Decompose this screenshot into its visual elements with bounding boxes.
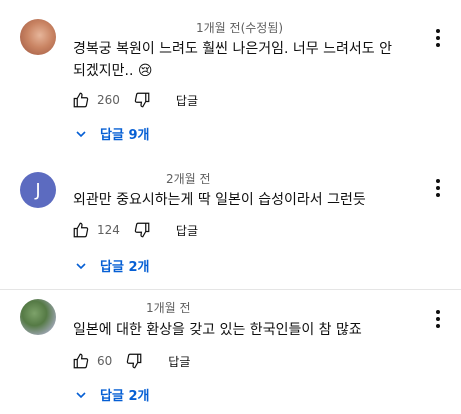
reply-button[interactable]: 답글: [176, 92, 198, 109]
avatar[interactable]: [20, 19, 56, 55]
more-options-button[interactable]: [428, 307, 448, 331]
dislike-button[interactable]: [124, 351, 144, 371]
like-button[interactable]: [71, 351, 91, 371]
chevron-down-icon: [74, 259, 88, 273]
dislike-button[interactable]: [132, 90, 152, 110]
chevron-down-icon: [74, 127, 88, 141]
view-replies-button[interactable]: 답글 9개: [74, 124, 149, 143]
comment-timestamp[interactable]: 2개월 전: [166, 170, 211, 187]
view-replies-button[interactable]: 답글 2개: [74, 385, 149, 404]
avatar[interactable]: [20, 299, 56, 335]
thumb-down-icon: [134, 92, 150, 108]
comment-thread: 1개월 전 일본에 대한 환상을 갖고 있는 한국인들이 참 많죠 60 답글 …: [0, 290, 461, 414]
like-count: 260: [97, 93, 120, 107]
more-vert-icon: [436, 29, 440, 33]
more-vert-icon: [436, 179, 440, 183]
replies-label: 답글 2개: [100, 260, 150, 275]
reply-button[interactable]: 답글: [176, 222, 198, 239]
comment-text: 외관만 중요시하는게 딱 일본이 습성이라서 그런듯: [73, 192, 366, 208]
more-options-button[interactable]: [428, 176, 448, 200]
chevron-down-icon: [74, 388, 88, 402]
view-replies-button[interactable]: 답글 2개: [74, 256, 149, 275]
thumb-up-icon: [73, 353, 89, 369]
thumb-down-icon: [127, 353, 142, 369]
thumb-up-icon: [73, 92, 89, 108]
comment-thread: J 2개월 전 외관만 중요시하는게 딱 일본이 습성이라서 그런듯 124 답…: [0, 152, 461, 282]
thumb-down-icon: [134, 222, 150, 238]
comment-text: 일본에 대한 환상을 갖고 있는 한국인들이 참 많죠: [73, 322, 362, 338]
reply-button[interactable]: 답글: [168, 353, 190, 370]
more-options-button[interactable]: [428, 26, 448, 50]
comment-timestamp[interactable]: 1개월 전(수정됨): [196, 19, 283, 36]
avatar-letter: J: [35, 179, 41, 201]
avatar[interactable]: J: [20, 172, 56, 208]
like-count: 124: [97, 223, 120, 237]
dislike-button[interactable]: [132, 220, 152, 240]
thumb-up-icon: [73, 222, 89, 238]
replies-label: 답글 9개: [100, 128, 150, 143]
like-button[interactable]: [71, 90, 91, 110]
comment-actions: 124 답글: [71, 219, 198, 241]
replies-label: 답글 2개: [100, 389, 150, 404]
comment-thread: 1개월 전(수정됨) 경복궁 복원이 느려도 훨씬 나은거임. 너무 느려서도 …: [0, 0, 461, 150]
comment-actions: 260 답글: [71, 89, 198, 111]
more-vert-icon: [436, 310, 440, 314]
comment-actions: 60 답글: [71, 350, 190, 372]
like-count: 60: [97, 354, 113, 368]
like-button[interactable]: [71, 220, 91, 240]
comment-text: 경복궁 복원이 느려도 훨씬 나은거임. 너무 느려서도 안 되겠지만.. 😢: [73, 41, 392, 79]
comment-timestamp[interactable]: 1개월 전: [146, 299, 191, 316]
